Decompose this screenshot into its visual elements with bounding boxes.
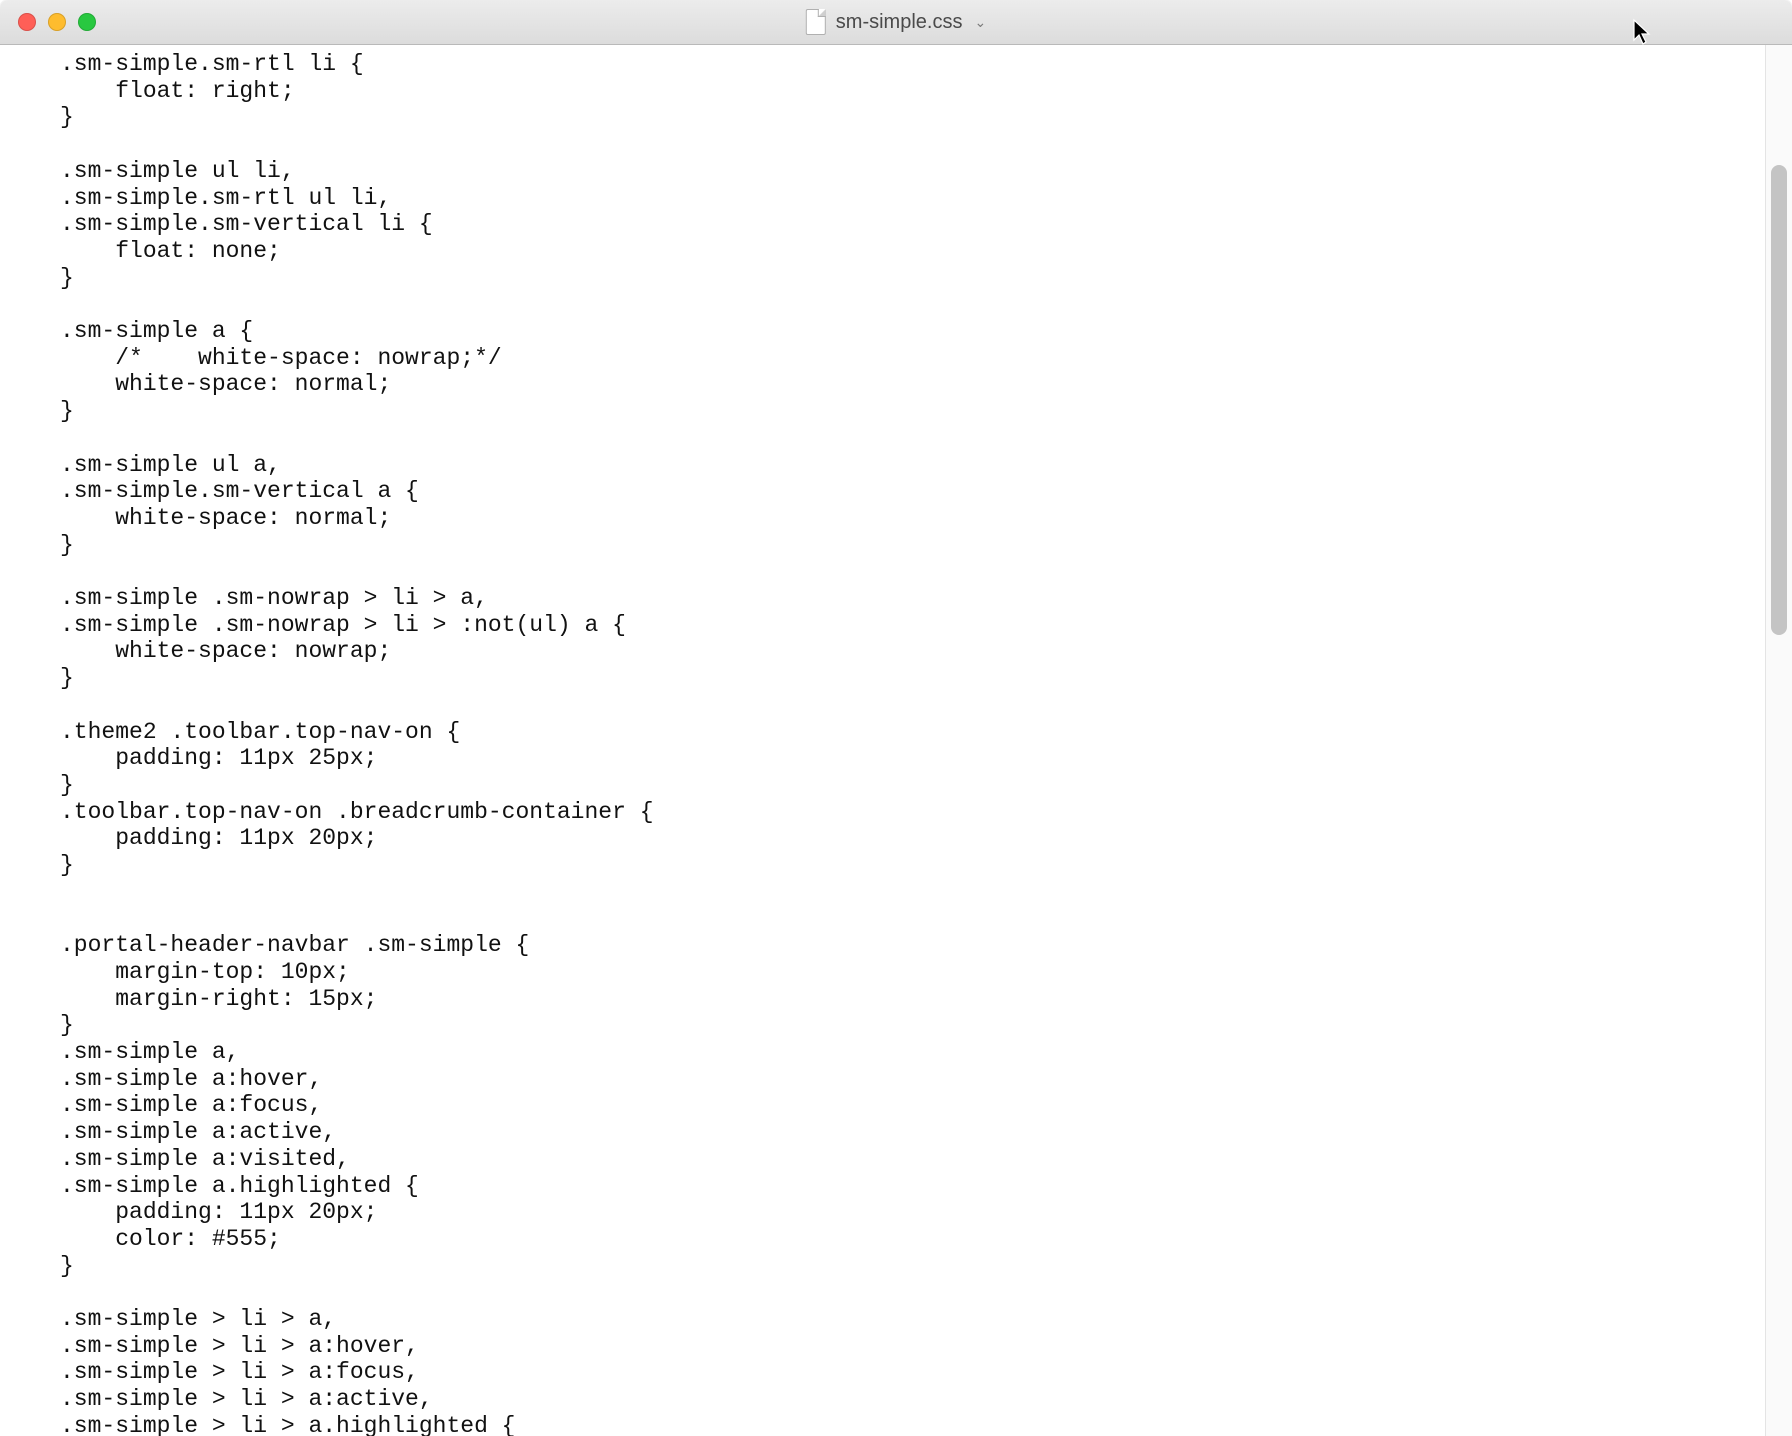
window: sm-simple.css ⌄ .sm-simple.sm-rtl li { f… — [0, 0, 1792, 1436]
editor[interactable]: .sm-simple.sm-rtl li { float: right; } .… — [0, 45, 1765, 1436]
zoom-button[interactable] — [78, 13, 96, 31]
cursor-icon — [1632, 18, 1652, 46]
content-area: .sm-simple.sm-rtl li { float: right; } .… — [0, 45, 1792, 1436]
code-content[interactable]: .sm-simple.sm-rtl li { float: right; } .… — [0, 45, 1765, 1436]
window-title[interactable]: sm-simple.css ⌄ — [806, 9, 986, 35]
minimize-button[interactable] — [48, 13, 66, 31]
filename-label: sm-simple.css — [836, 11, 963, 34]
vertical-scrollbar[interactable] — [1765, 45, 1792, 1436]
titlebar[interactable]: sm-simple.css ⌄ — [0, 0, 1792, 45]
traffic-lights — [0, 13, 96, 31]
chevron-down-icon[interactable]: ⌄ — [974, 14, 986, 31]
document-icon — [806, 9, 826, 35]
close-button[interactable] — [18, 13, 36, 31]
scrollbar-thumb[interactable] — [1771, 165, 1787, 635]
